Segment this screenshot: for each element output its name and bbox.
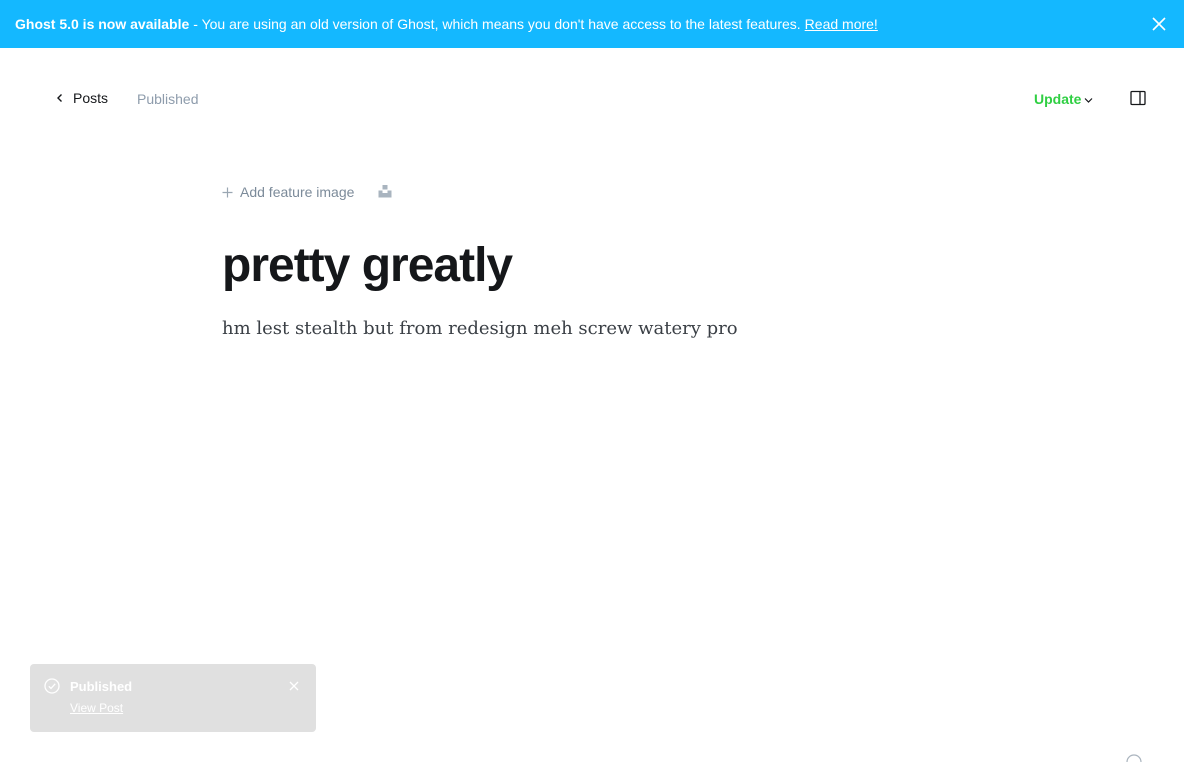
banner-message: - You are using an old version of Ghost,… bbox=[193, 16, 801, 32]
chevron-left-icon bbox=[57, 94, 62, 102]
sidebar-toggle-icon[interactable] bbox=[1130, 90, 1146, 106]
chevron-down-icon bbox=[1085, 98, 1093, 103]
help-icon[interactable] bbox=[1126, 754, 1142, 762]
close-icon[interactable] bbox=[289, 681, 299, 691]
update-banner: Ghost 5.0 is now available - You are usi… bbox=[0, 0, 1184, 48]
add-feature-image-button[interactable]: Add feature image bbox=[222, 184, 354, 200]
view-post-link[interactable]: View Post bbox=[70, 701, 123, 715]
banner-title: Ghost 5.0 is now available bbox=[15, 16, 190, 32]
unsplash-icon[interactable] bbox=[378, 184, 392, 198]
check-circle-icon bbox=[44, 678, 60, 694]
published-notification: Published View Post bbox=[30, 664, 316, 732]
post-body[interactable]: hm lest stealth but from redesign meh sc… bbox=[222, 318, 738, 339]
back-label: Posts bbox=[73, 90, 109, 106]
banner-read-more-link[interactable]: Read more! bbox=[805, 16, 878, 32]
close-icon[interactable] bbox=[1152, 17, 1166, 31]
update-label: Update bbox=[1034, 91, 1082, 107]
post-title[interactable]: pretty greatly bbox=[222, 238, 513, 293]
add-feature-image-label: Add feature image bbox=[240, 184, 355, 200]
post-status: Published bbox=[137, 91, 199, 107]
notification-title: Published bbox=[70, 679, 133, 694]
update-button[interactable]: Update bbox=[1034, 91, 1093, 107]
back-to-posts-button[interactable]: Posts bbox=[55, 90, 108, 106]
plus-icon bbox=[222, 187, 233, 197]
